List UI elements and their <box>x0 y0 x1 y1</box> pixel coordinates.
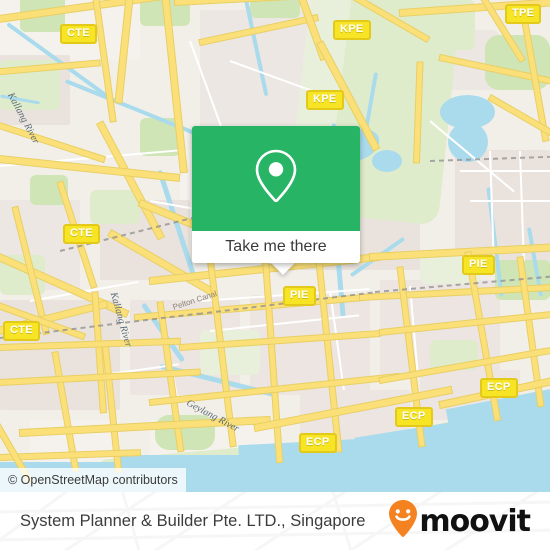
popup-card-hero <box>192 126 360 231</box>
moovit-logo[interactable]: moovit <box>388 499 531 544</box>
footer-bar: System Planner & Builder Pte. LTD., Sing… <box>0 492 550 550</box>
moovit-pin-smile-icon <box>388 499 418 544</box>
motorway-shield-cte: CTE <box>63 224 100 244</box>
popup-card-tail <box>270 262 296 275</box>
motorway-shield-ecp: ECP <box>395 407 433 427</box>
motorway-shield-cte: CTE <box>3 321 40 341</box>
take-me-there-label: Take me there <box>225 238 327 255</box>
moovit-map-page: Kallang River Kallang River Geylang Rive… <box>0 0 550 550</box>
osm-attribution[interactable]: © OpenStreetMap contributors <box>0 468 186 492</box>
map-pin-icon <box>252 147 300 210</box>
motorway-shield-ecp: ECP <box>480 378 518 398</box>
motorway-shield-kpe: KPE <box>333 20 371 40</box>
place-title: System Planner & Builder Pte. LTD., Sing… <box>20 511 366 530</box>
motorway-shield-pie: PIE <box>283 286 316 306</box>
motorway-shield-ecp: ECP <box>299 433 337 453</box>
moovit-wordmark: moovit <box>419 503 531 539</box>
footer-content: System Planner & Builder Pte. LTD., Sing… <box>0 492 550 550</box>
motorway-shield-cte: CTE <box>60 24 97 44</box>
take-me-there-button[interactable]: Take me there <box>192 231 360 263</box>
motorway-shield-tpe: TPE <box>505 4 542 24</box>
popup-card[interactable]: Take me there <box>192 126 360 263</box>
motorway-shield-kpe: KPE <box>306 90 344 110</box>
motorway-shield-pie: PIE <box>462 255 495 275</box>
osm-attribution-text: © OpenStreetMap contributors <box>8 473 178 487</box>
